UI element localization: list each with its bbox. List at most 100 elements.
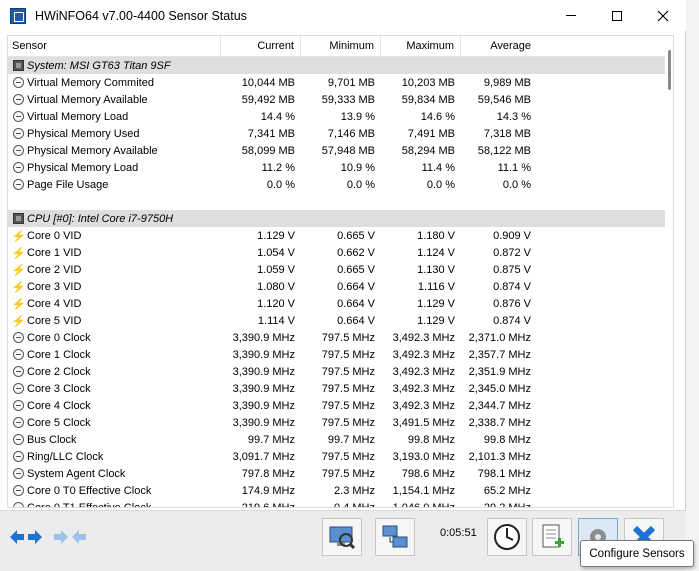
voltage-icon: ⚡ (11, 314, 26, 327)
sensor-minimum-value: 7,146 MB (327, 127, 375, 140)
minimize-button[interactable] (548, 0, 594, 31)
sensor-row[interactable]: Core 3 Clock 3,390.9 MHz 797.5 MHz 3,492.3 … (8, 380, 668, 397)
sensor-maximum-value: 1,154.1 MHz (392, 484, 455, 497)
clock-icon (13, 417, 24, 428)
sensor-minimum-value: 9,701 MB (327, 76, 375, 89)
group-row-fill (221, 57, 534, 74)
sensor-average-value: 0.874 V (493, 314, 531, 327)
sensor-name-cell: Core 1 Clock (8, 349, 221, 361)
sensor-row[interactable]: Core 0 T1 Effective Clock 219.6 MHz 0.4 MH… (8, 499, 668, 507)
sensor-row[interactable]: Physical Memory Used 7,341 MB 7,146 MB 7,49… (8, 125, 668, 142)
sensor-minimum-value: 797.5 MHz (321, 348, 375, 361)
sensor-average-value: 58,122 MB (477, 144, 531, 157)
sensor-row[interactable]: Virtual Memory Available 59,492 MB 59,333 … (8, 91, 668, 108)
column-header-sensor[interactable]: Sensor (8, 36, 221, 57)
sensor-minimum-value: 797.5 MHz (321, 467, 375, 480)
sensor-current-value: 797.8 MHz (241, 467, 295, 480)
title-bar[interactable]: HWiNFO64 v7.00-4400 Sensor Status (0, 0, 686, 31)
sensor-row[interactable]: Physical Memory Load 11.2 % 10.9 % 11.4 % 11… (8, 159, 668, 176)
sensor-maximum-value: 3,492.3 MHz (392, 331, 455, 344)
sensor-current-value: 3,091.7 MHz (232, 450, 295, 463)
left-right-arrows-icon (10, 530, 42, 544)
sensor-minimum-value: 797.5 MHz (321, 450, 375, 463)
sensor-row[interactable]: ⚡ Core 4 VID 1.120 V 0.664 V 1.129 V 0.876 V (8, 295, 668, 312)
arrows-inward-icon (54, 530, 86, 544)
sensor-average-value: 0.874 V (493, 280, 531, 293)
sensor-row[interactable]: Virtual Memory Commited 10,044 MB 9,701 MB… (8, 74, 668, 91)
collapse-button[interactable] (50, 518, 90, 556)
sensor-minimum-value: 797.5 MHz (321, 331, 375, 344)
sensor-row[interactable]: Core 0 Clock 3,390.9 MHz 797.5 MHz 3,492.3 … (8, 329, 668, 346)
sensor-row[interactable]: Core 4 Clock 3,390.9 MHz 797.5 MHz 3,492.3 … (8, 397, 668, 414)
sensor-name-cell: Core 5 Clock (8, 417, 221, 429)
sensor-table[interactable]: Sensor Current Minimum Maximum Average S… (7, 35, 674, 508)
blank-row (8, 193, 668, 210)
sensor-minimum-value: 0.0 % (346, 178, 375, 191)
close-button[interactable] (640, 0, 686, 31)
sensor-name: Page File Usage (27, 178, 109, 191)
expand-collapse-button[interactable] (6, 518, 46, 556)
clock-icon (13, 400, 24, 411)
column-header-average[interactable]: Average (461, 36, 537, 57)
clock-icon (13, 179, 24, 190)
sensor-name: Core 2 Clock (27, 365, 91, 378)
sensor-name-cell: Page File Usage (8, 179, 221, 191)
report-button[interactable] (322, 518, 362, 556)
sensor-row[interactable]: Physical Memory Available 58,099 MB 57,948… (8, 142, 668, 159)
sensor-maximum-value: 3,492.3 MHz (392, 399, 455, 412)
sensor-name-cell: Core 0 T0 Effective Clock (8, 485, 221, 497)
clock-icon (13, 162, 24, 173)
vertical-scrollbar[interactable] (665, 36, 673, 507)
sensor-average-value: 11.1 % (497, 161, 531, 174)
sensor-minimum-value: 0.664 V (337, 314, 375, 327)
sensor-maximum-value: 798.6 MHz (401, 467, 455, 480)
sensor-row[interactable]: System Agent Clock 797.8 MHz 797.5 MHz 798.… (8, 465, 668, 482)
sensor-maximum-value: 10,203 MB (401, 76, 455, 89)
sensor-name: System Agent Clock (27, 467, 126, 480)
sensor-name: Core 4 Clock (27, 399, 91, 412)
sensor-name-cell: Core 2 Clock (8, 366, 221, 378)
sensor-name-cell: ⚡ Core 4 VID (8, 298, 221, 310)
sensor-row[interactable]: ⚡ Core 0 VID 1.129 V 0.665 V 1.180 V 0.909 V (8, 227, 668, 244)
sensor-current-value: 3,390.9 MHz (232, 399, 295, 412)
sensor-row[interactable]: Core 0 T0 Effective Clock 174.9 MHz 2.3 MH… (8, 482, 668, 499)
sensor-row[interactable]: Bus Clock 99.7 MHz 99.7 MHz 99.8 MHz 99.8 MH… (8, 431, 668, 448)
sensor-group-header[interactable]: System: MSI GT63 Titan 9SF (8, 57, 668, 74)
column-header-minimum[interactable]: Minimum (301, 36, 381, 57)
sensor-name-cell: Physical Memory Available (8, 145, 221, 157)
sensor-row[interactable]: ⚡ Core 2 VID 1.059 V 0.665 V 1.130 V 0.875 V (8, 261, 668, 278)
clock-icon (13, 485, 24, 496)
sensor-row[interactable]: Core 1 Clock 3,390.9 MHz 797.5 MHz 3,492.3 … (8, 346, 668, 363)
clock-icon (13, 383, 24, 394)
sensor-row[interactable]: ⚡ Core 5 VID 1.114 V 0.664 V 1.129 V 0.874 V (8, 312, 668, 329)
sensor-name: Ring/LLC Clock (27, 450, 104, 463)
sensor-average-value: 0.872 V (493, 246, 531, 259)
clock-icon (13, 145, 24, 156)
network-button[interactable] (375, 518, 415, 556)
sensor-row[interactable]: Virtual Memory Load 14.4 % 13.9 % 14.6 % 14.… (8, 108, 668, 125)
scrollbar-thumb[interactable] (668, 50, 671, 90)
sensor-row[interactable]: Core 5 Clock 3,390.9 MHz 797.5 MHz 3,491.5 … (8, 414, 668, 431)
sensor-group-header[interactable]: CPU [#0]: Intel Core i7-9750H (8, 210, 668, 227)
sensor-row[interactable]: Core 2 Clock 3,390.9 MHz 797.5 MHz 3,492.3 … (8, 363, 668, 380)
sensor-row[interactable]: ⚡ Core 1 VID 1.054 V 0.662 V 1.124 V 0.872 V (8, 244, 668, 261)
sensor-row[interactable]: Page File Usage 0.0 % 0.0 % 0.0 % 0.0 % (8, 176, 668, 193)
column-header-maximum[interactable]: Maximum (381, 36, 461, 57)
minimize-icon (566, 15, 576, 16)
sensor-average-value: 2,357.7 MHz (468, 348, 531, 361)
sensor-average-value: 2,345.0 MHz (468, 382, 531, 395)
sensor-name-cell: ⚡ Core 2 VID (8, 264, 221, 276)
column-header-current[interactable]: Current (221, 36, 301, 57)
sensor-name-cell: Virtual Memory Commited (8, 77, 221, 89)
sensor-average-value: 2,344.7 MHz (468, 399, 531, 412)
sensor-row[interactable]: ⚡ Core 3 VID 1.080 V 0.664 V 1.116 V 0.874 V (8, 278, 668, 295)
sensor-name: Physical Memory Load (27, 161, 139, 174)
sensor-maximum-value: 1.130 V (417, 263, 455, 276)
sensor-average-value: 99.8 MHz (483, 433, 531, 446)
maximize-button[interactable] (594, 0, 640, 31)
sensor-current-value: 3,390.9 MHz (232, 331, 295, 344)
logging-button[interactable] (532, 518, 572, 556)
reset-timer-button[interactable] (487, 518, 527, 556)
sensor-row[interactable]: Ring/LLC Clock 3,091.7 MHz 797.5 MHz 3,193.… (8, 448, 668, 465)
sensor-current-value: 1.114 V (257, 314, 295, 327)
